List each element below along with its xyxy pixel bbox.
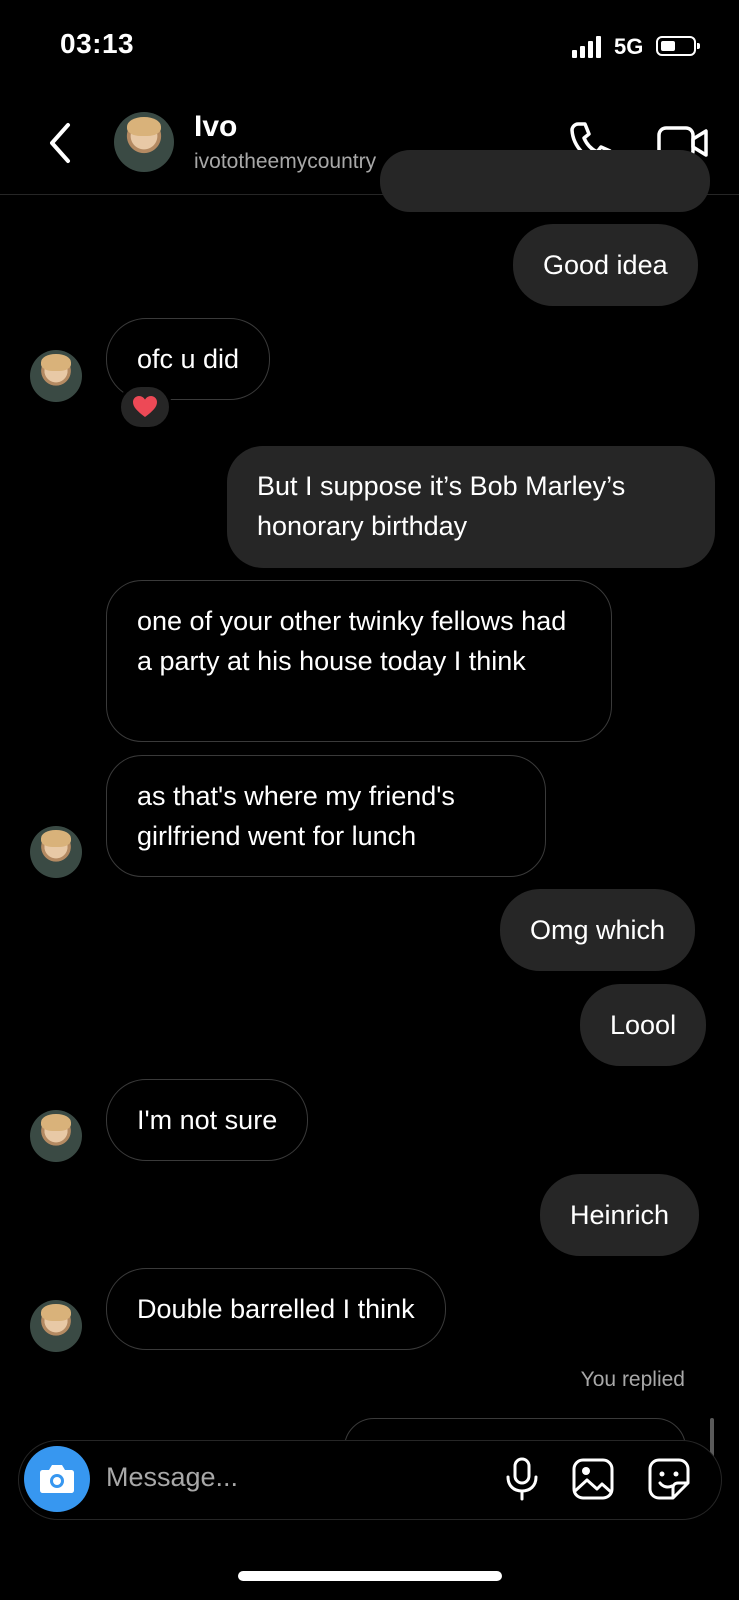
message-bubble-incoming[interactable]: as that's where my friend's girlfriend w…	[106, 755, 546, 877]
message-bubble-incoming[interactable]: I'm not sure	[106, 1079, 309, 1161]
message-text: Good idea	[543, 250, 668, 280]
message-text: one of your other twinky fellows had a p…	[137, 606, 567, 676]
message-bubble-partial	[380, 150, 710, 212]
sender-avatar[interactable]	[30, 826, 82, 878]
microphone-icon[interactable]	[502, 1456, 542, 1502]
message-text: ofc u did	[137, 344, 240, 374]
sticker-icon[interactable]	[646, 1456, 692, 1502]
signal-icon	[572, 36, 604, 58]
sender-avatar[interactable]	[30, 1110, 82, 1162]
contact-username[interactable]: ivototheemycountry	[194, 150, 376, 174]
message-bubble-outgoing[interactable]: Good idea	[513, 224, 698, 306]
message-bubble-outgoing[interactable]: But I suppose it’s Bob Marley’s honorary…	[227, 446, 715, 568]
home-indicator[interactable]	[238, 1571, 502, 1581]
message-bubble-outgoing[interactable]: Omg which	[500, 889, 696, 971]
heart-reaction-icon[interactable]	[118, 384, 172, 430]
message-bubble-outgoing[interactable]: Loool	[580, 984, 707, 1066]
message-text: as that's where my friend's girlfriend w…	[137, 781, 455, 851]
sender-avatar[interactable]	[30, 1300, 82, 1352]
status-time: 03:13	[60, 28, 135, 59]
battery-icon	[656, 36, 700, 56]
message-text: Double barrelled I think	[137, 1294, 415, 1324]
gallery-icon[interactable]	[570, 1456, 616, 1502]
network-type: 5G	[614, 34, 644, 59]
sender-avatar[interactable]	[30, 350, 82, 402]
message-text: Heinrich	[570, 1200, 670, 1230]
you-replied-label: You replied	[580, 1368, 685, 1391]
message-bubble-incoming[interactable]: one of your other twinky fellows had a p…	[106, 580, 612, 742]
message-text: Loool	[610, 1010, 677, 1040]
camera-button[interactable]	[24, 1446, 90, 1512]
message-bubble-incoming[interactable]: Double barrelled I think	[106, 1268, 446, 1350]
message-text: I'm not sure	[137, 1105, 278, 1135]
camera-icon	[40, 1465, 74, 1493]
contact-name[interactable]: Ivo	[194, 110, 237, 144]
message-input[interactable]: Message...	[106, 1462, 238, 1493]
message-bubble-outgoing[interactable]: Heinrich	[540, 1174, 700, 1256]
message-text: But I suppose it’s Bob Marley’s honorary…	[257, 471, 626, 541]
header-avatar[interactable]	[114, 112, 174, 172]
back-icon[interactable]	[42, 118, 82, 168]
message-text: Omg which	[530, 915, 666, 945]
